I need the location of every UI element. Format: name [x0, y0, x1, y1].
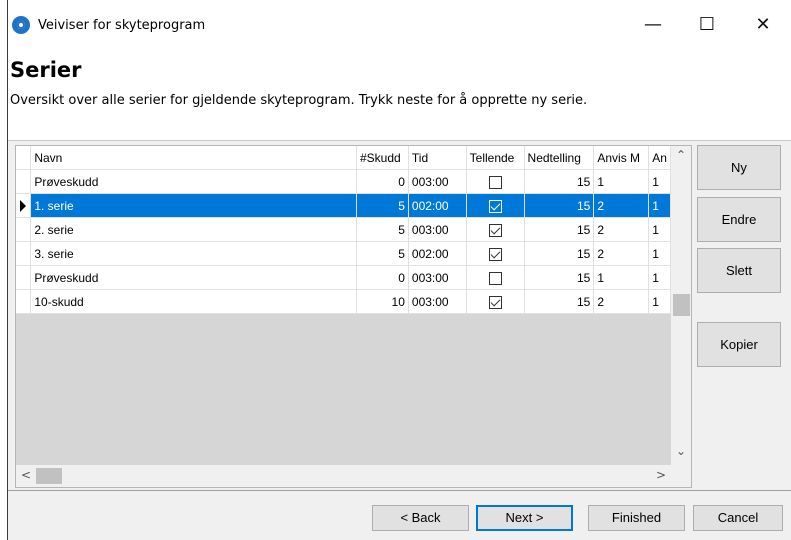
row-header[interactable]: [16, 289, 32, 314]
cell-nedtelling[interactable]: 15: [524, 193, 595, 218]
scroll-right-icon[interactable]: >: [656, 468, 666, 482]
horizontal-scrollbar[interactable]: < >: [16, 465, 671, 487]
row-header-corner: [16, 146, 32, 170]
series-table: Navn #Skudd Tid Tellende Nedtelling Anvi…: [16, 146, 671, 314]
kopier-button[interactable]: Kopier: [697, 322, 781, 367]
row-header[interactable]: [16, 241, 32, 266]
cell-tid[interactable]: 003:00: [408, 217, 467, 242]
cell-anvis[interactable]: 2: [593, 289, 650, 314]
cell-an[interactable]: 1: [648, 169, 671, 194]
cell-anvis[interactable]: 1: [593, 265, 650, 290]
app-icon: [12, 16, 30, 34]
cell-skudd[interactable]: 0: [356, 169, 409, 194]
close-button[interactable]: ✕: [743, 10, 783, 40]
back-button[interactable]: < Back: [372, 505, 469, 531]
column-header-anvis[interactable]: Anvis M: [593, 146, 650, 170]
scroll-down-icon[interactable]: ⌄: [676, 444, 686, 458]
cell-nedtelling[interactable]: 15: [524, 289, 595, 314]
tellende-checkbox[interactable]: [488, 247, 502, 261]
cell-tellende[interactable]: [466, 217, 525, 242]
window-title: Veiviser for skyteprogram: [38, 18, 206, 33]
row-header[interactable]: [16, 265, 32, 290]
column-header-an[interactable]: An: [648, 146, 671, 170]
cell-tellende[interactable]: [466, 265, 525, 290]
scrollbar-corner: [671, 465, 691, 487]
cell-skudd[interactable]: 0: [356, 265, 409, 290]
row-header[interactable]: [16, 169, 32, 194]
current-row-pointer-icon: [20, 200, 27, 213]
cell-anvis[interactable]: 2: [593, 241, 650, 266]
cell-navn[interactable]: 2. serie: [30, 217, 357, 242]
cell-an[interactable]: 1: [648, 265, 671, 290]
horizontal-scroll-thumb[interactable]: [36, 468, 62, 484]
tellende-checkbox[interactable]: [488, 223, 502, 237]
series-grid[interactable]: Navn #Skudd Tid Tellende Nedtelling Anvi…: [15, 145, 692, 488]
scroll-up-icon[interactable]: ⌃: [676, 148, 686, 162]
cell-tellende[interactable]: [466, 241, 525, 266]
row-header[interactable]: [16, 193, 32, 218]
table-row[interactable]: 10-skudd 10 003:00 15 2 1: [16, 289, 671, 314]
title-bar: Veiviser for skyteprogram — ☐ ✕: [8, 0, 791, 58]
cell-navn[interactable]: 3. serie: [30, 241, 357, 266]
column-header-skudd[interactable]: #Skudd: [356, 146, 409, 170]
cell-anvis[interactable]: 2: [593, 193, 650, 218]
cell-nedtelling[interactable]: 15: [524, 265, 595, 290]
cell-tid[interactable]: 003:00: [408, 265, 467, 290]
finished-button[interactable]: Finished: [588, 505, 685, 531]
header-row: Navn #Skudd Tid Tellende Nedtelling Anvi…: [16, 146, 671, 170]
row-header[interactable]: [16, 217, 32, 242]
table-row[interactable]: 1. serie 5 002:00 15 2 1: [16, 193, 671, 218]
cell-navn[interactable]: 1. serie: [30, 193, 357, 218]
slett-button[interactable]: Slett: [697, 248, 781, 293]
cell-tid[interactable]: 003:00: [408, 169, 467, 194]
cell-nedtelling[interactable]: 15: [524, 241, 595, 266]
endre-button[interactable]: Endre: [697, 197, 781, 242]
column-header-nedtelling[interactable]: Nedtelling: [524, 146, 595, 170]
cell-nedtelling[interactable]: 15: [524, 217, 595, 242]
cell-an[interactable]: 1: [648, 289, 671, 314]
cell-tid[interactable]: 003:00: [408, 289, 467, 314]
table-row[interactable]: 3. serie 5 002:00 15 2 1: [16, 241, 671, 266]
tellende-checkbox[interactable]: [488, 271, 502, 285]
cell-anvis[interactable]: 2: [593, 217, 650, 242]
page-description: Oversikt over alle serier for gjeldende …: [10, 93, 588, 108]
cell-an[interactable]: 1: [648, 241, 671, 266]
tellende-checkbox[interactable]: [488, 175, 502, 189]
vertical-scroll-thumb[interactable]: [673, 294, 690, 316]
cell-navn[interactable]: Prøveskudd: [30, 265, 357, 290]
table-row[interactable]: Prøveskudd 0 003:00 15 1 1: [16, 265, 671, 290]
cell-navn[interactable]: Prøveskudd: [30, 169, 357, 194]
cell-tid[interactable]: 002:00: [408, 241, 467, 266]
cell-skudd[interactable]: 5: [356, 241, 409, 266]
cell-an[interactable]: 1: [648, 193, 671, 218]
cell-skudd[interactable]: 5: [356, 217, 409, 242]
cell-anvis[interactable]: 1: [593, 169, 650, 194]
cell-skudd[interactable]: 5: [356, 193, 409, 218]
next-button[interactable]: Next >: [476, 505, 573, 531]
cell-an[interactable]: 1: [648, 217, 671, 242]
table-row[interactable]: Prøveskudd 0 003:00 15 1 1: [16, 169, 671, 194]
minimize-button[interactable]: —: [633, 10, 673, 40]
grid-viewport: Navn #Skudd Tid Tellende Nedtelling Anvi…: [16, 146, 671, 465]
cancel-button[interactable]: Cancel: [693, 505, 783, 531]
grid-body: Prøveskudd 0 003:00 15 1 1 1. serie 5 002:00 15 2 1…: [16, 169, 671, 314]
ny-button[interactable]: Ny: [697, 145, 781, 190]
cell-tid[interactable]: 002:00: [408, 193, 467, 218]
cell-tellende[interactable]: [466, 289, 525, 314]
cell-tellende[interactable]: [466, 193, 525, 218]
tellende-checkbox[interactable]: [488, 199, 502, 213]
column-header-navn[interactable]: Navn: [30, 146, 357, 170]
column-header-tid[interactable]: Tid: [408, 146, 467, 170]
cell-navn[interactable]: 10-skudd: [30, 289, 357, 314]
page-title: Serier: [10, 58, 82, 82]
table-row[interactable]: 2. serie 5 003:00 15 2 1: [16, 217, 671, 242]
cell-nedtelling[interactable]: 15: [524, 169, 595, 194]
maximize-button[interactable]: ☐: [687, 10, 727, 40]
tellende-checkbox[interactable]: [488, 295, 502, 309]
scroll-left-icon[interactable]: <: [21, 468, 31, 482]
cell-tellende[interactable]: [466, 169, 525, 194]
column-header-tellende[interactable]: Tellende: [466, 146, 525, 170]
cell-skudd[interactable]: 10: [356, 289, 409, 314]
vertical-scrollbar[interactable]: ⌃ ⌄: [671, 146, 691, 465]
